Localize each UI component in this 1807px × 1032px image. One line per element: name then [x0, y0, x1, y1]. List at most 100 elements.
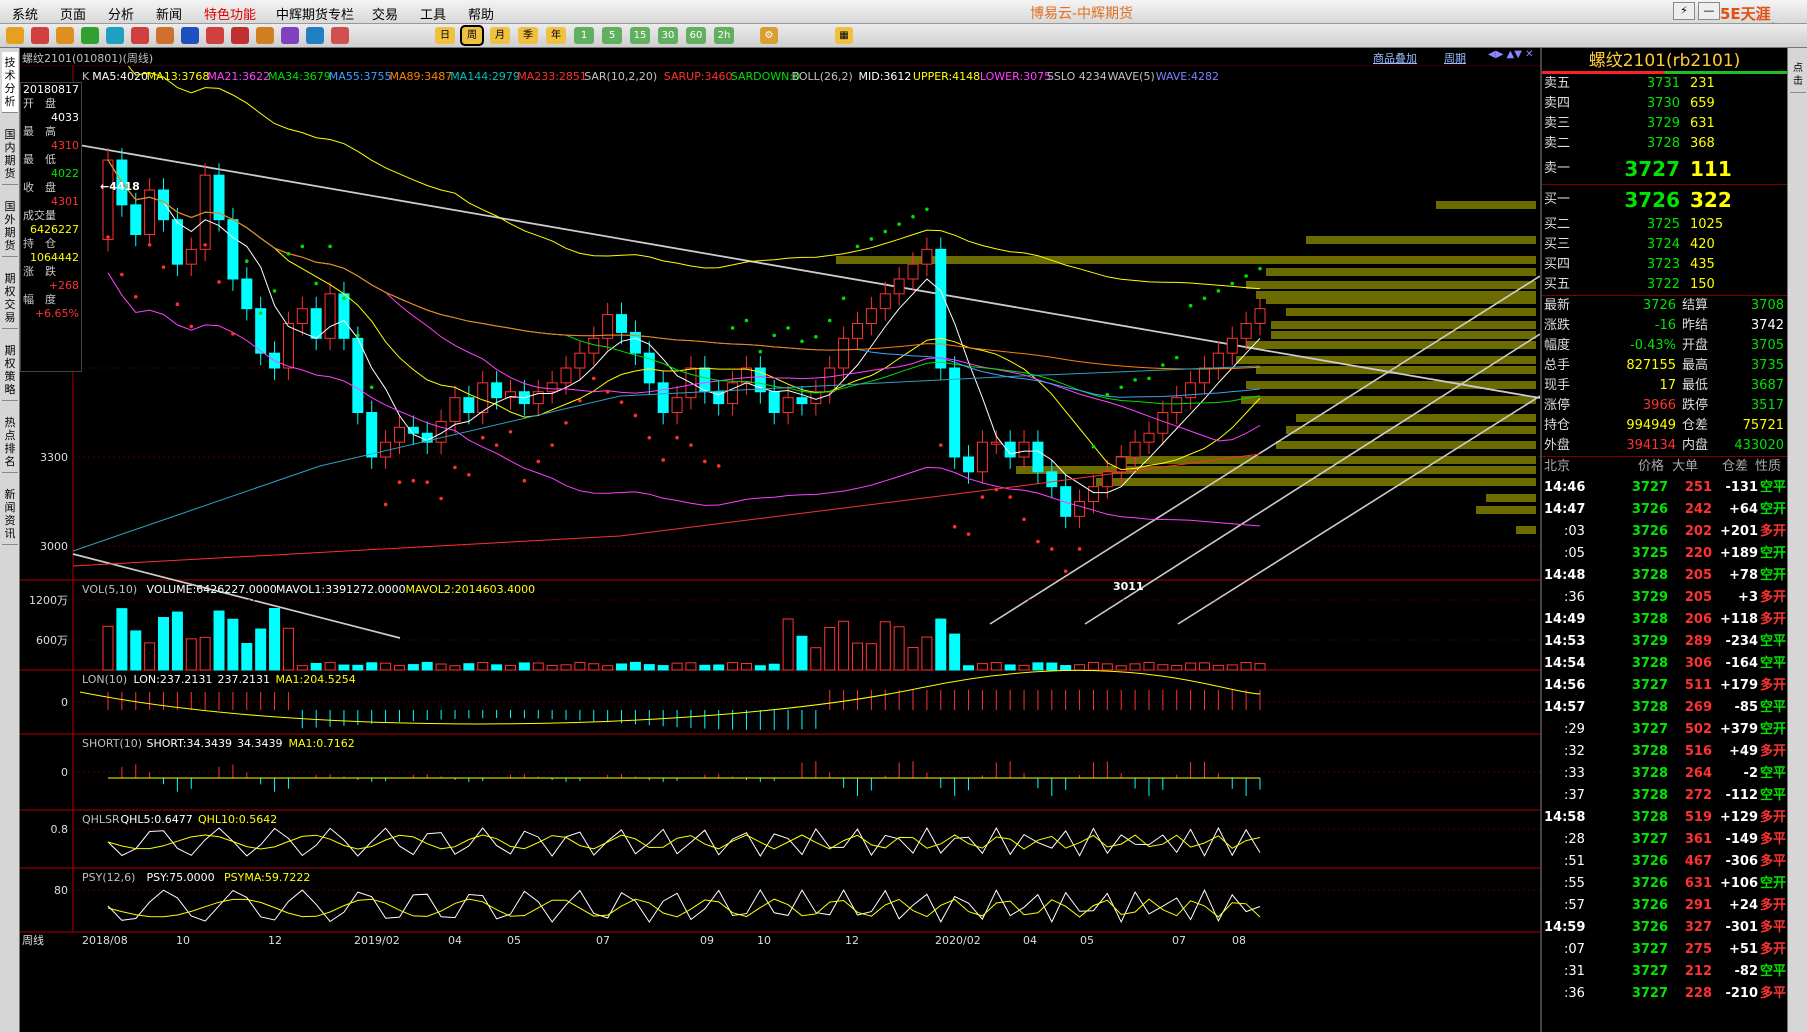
- volume-bar: [783, 619, 793, 670]
- toolbar-icon-12[interactable]: [306, 27, 324, 44]
- candle-body: [617, 315, 627, 333]
- left-tab-3[interactable]: 期权交易: [2, 268, 18, 329]
- candle-body: [769, 392, 779, 413]
- ask-row[interactable]: 卖三3729631: [1542, 114, 1787, 134]
- tick-volume: 516: [1668, 741, 1712, 763]
- volume-profile-bar: [1246, 281, 1536, 289]
- volume-bar: [297, 666, 307, 670]
- tick-price: 3727: [1612, 477, 1668, 499]
- sub-axis-label: 1200万: [29, 594, 68, 607]
- candle-body: [450, 398, 460, 422]
- tick-price: 3727: [1612, 983, 1668, 1005]
- left-tab-5[interactable]: 热点排名: [2, 412, 18, 473]
- menu-item-5[interactable]: 中辉期货专栏: [276, 4, 354, 23]
- tick-volume: 205: [1668, 565, 1712, 587]
- candle-body: [1213, 353, 1223, 368]
- toolbar-icon-6[interactable]: [156, 27, 174, 44]
- tick-row: 14:483728205+78空开: [1542, 565, 1787, 587]
- x-axis-label: 12: [268, 934, 282, 947]
- tick-nature: 空开: [1760, 565, 1786, 587]
- toolbar-icon-2[interactable]: [56, 27, 74, 44]
- toolbar-icon-10[interactable]: [256, 27, 274, 44]
- left-tab-1[interactable]: 国内期货: [2, 124, 18, 185]
- chart-canvas[interactable]: KMA5:4020MA13:3768MA21:3622MA34:3679MA55…: [20, 66, 1540, 1032]
- stat-value: 3735: [1718, 356, 1784, 376]
- stat-label: 涨跌: [1544, 316, 1570, 336]
- sar-dot: [550, 443, 554, 447]
- period-button-8[interactable]: 30: [658, 27, 678, 44]
- period-button-5[interactable]: 1: [574, 27, 594, 44]
- period-button-9[interactable]: 60: [686, 27, 706, 44]
- candle-body: [561, 368, 571, 383]
- tick-nature: 空平: [1760, 763, 1786, 785]
- period-button-3[interactable]: 季: [518, 27, 538, 44]
- tick-nature: 空平: [1760, 961, 1786, 983]
- sar-dot: [1050, 547, 1054, 551]
- bid-row[interactable]: 买二37251025: [1542, 215, 1787, 235]
- tick-list[interactable]: 14:463727251-131空平14:473726242+64空开:0337…: [1542, 477, 1787, 1005]
- right-tab[interactable]: 点击: [1790, 58, 1806, 93]
- bid-row[interactable]: 买三3724420: [1542, 235, 1787, 255]
- volume-bar: [741, 664, 751, 670]
- bid-row[interactable]: 买五3722150: [1542, 275, 1787, 295]
- bid-row[interactable]: 买一3726322: [1542, 185, 1787, 215]
- toolbar-icon-5[interactable]: [131, 27, 149, 44]
- chart-area[interactable]: 螺纹2101(010801)(周线) 商品叠加 周期 ◀▶ ▲▼ ✕ KMA5:…: [20, 48, 1540, 1032]
- tick-price: 3728: [1612, 653, 1668, 675]
- menu-item-0[interactable]: 系统: [12, 4, 38, 23]
- ask-row[interactable]: 卖二3728368: [1542, 134, 1787, 154]
- toolbar-icon-13[interactable]: [331, 27, 349, 44]
- menu-item-7[interactable]: 工具: [420, 4, 446, 23]
- sub-panel-value: LON:237.2131: [134, 673, 213, 686]
- menu-item-8[interactable]: 帮助: [468, 4, 494, 23]
- period-link[interactable]: 周期: [1444, 50, 1466, 66]
- toolbar-icon-9[interactable]: [231, 27, 249, 44]
- left-tab-0[interactable]: 技术分析: [2, 52, 18, 113]
- tick-row: 14:463727251-131空平: [1542, 477, 1787, 499]
- menu-item-4[interactable]: 特色功能: [204, 4, 256, 23]
- bid-row[interactable]: 买四3723435: [1542, 255, 1787, 275]
- left-tab-2[interactable]: 国外期货: [2, 196, 18, 257]
- settings-icon[interactable]: ⚙: [760, 27, 778, 44]
- lightning-icon[interactable]: ⚡: [1673, 2, 1695, 20]
- sar-dot: [356, 334, 360, 338]
- menu-item-6[interactable]: 交易: [372, 4, 398, 23]
- ohlc-date: 20180817: [23, 83, 81, 97]
- ask-row[interactable]: 卖一3727111: [1542, 154, 1787, 184]
- menu-item-3[interactable]: 新闻: [156, 4, 182, 23]
- zoom-controls[interactable]: ◀▶ ▲▼ ✕: [1488, 49, 1534, 60]
- tick-time: :57: [1564, 895, 1585, 917]
- toolbar-icon-11[interactable]: [281, 27, 299, 44]
- menu-item-2[interactable]: 分析: [108, 4, 134, 23]
- ask-row[interactable]: 卖五3731231: [1542, 74, 1787, 94]
- period-button-0[interactable]: 日: [435, 27, 455, 44]
- minimize-icon[interactable]: —: [1698, 2, 1720, 20]
- period-button-4[interactable]: 年: [546, 27, 566, 44]
- x-axis-label: 04: [1023, 934, 1037, 947]
- tick-volume: 212: [1668, 961, 1712, 983]
- sar-dot: [911, 215, 915, 219]
- grid-icon[interactable]: ▦: [835, 27, 853, 44]
- tick-volume: 220: [1668, 543, 1712, 565]
- menu-item-1[interactable]: 页面: [60, 4, 86, 23]
- tick-header-row: 北京价格大单仓差性质: [1542, 457, 1787, 477]
- stat-value: 3705: [1718, 336, 1784, 356]
- period-button-2[interactable]: 月: [490, 27, 510, 44]
- qhl5-line: [108, 828, 1260, 856]
- toolbar-icon-4[interactable]: [106, 27, 124, 44]
- ask-row[interactable]: 卖四3730659: [1542, 94, 1787, 114]
- left-tab-6[interactable]: 新闻资讯: [2, 484, 18, 545]
- period-button-10[interactable]: 2h: [714, 27, 734, 44]
- toolbar-icon-0[interactable]: [6, 27, 24, 44]
- stat-label: 跌停: [1682, 396, 1708, 416]
- left-tab-4[interactable]: 期权策略: [2, 340, 18, 401]
- overlay-link[interactable]: 商品叠加: [1373, 50, 1417, 66]
- toolbar-icon-8[interactable]: [206, 27, 224, 44]
- sar-dot: [689, 443, 693, 447]
- period-button-1[interactable]: 周: [462, 27, 482, 44]
- toolbar-icon-3[interactable]: [81, 27, 99, 44]
- period-button-6[interactable]: 5: [602, 27, 622, 44]
- period-button-7[interactable]: 15: [630, 27, 650, 44]
- toolbar-icon-7[interactable]: [181, 27, 199, 44]
- toolbar-icon-1[interactable]: [31, 27, 49, 44]
